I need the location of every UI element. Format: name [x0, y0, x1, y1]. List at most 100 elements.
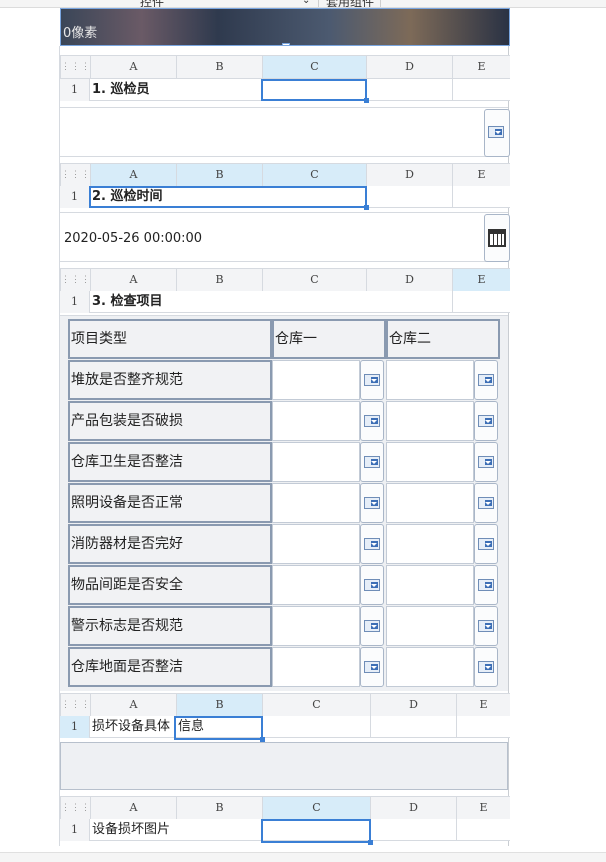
row-number[interactable]: 1: [60, 716, 90, 738]
warehouse-1-select[interactable]: [272, 401, 360, 441]
column-header-d[interactable]: D: [370, 797, 456, 819]
warehouse-2-dropdown[interactable]: [474, 524, 498, 564]
warehouse-1-select[interactable]: [272, 360, 360, 400]
warehouse-2-dropdown[interactable]: [474, 442, 498, 482]
column-header-e[interactable]: E: [456, 797, 510, 819]
item-label: 仓库卫生是否整洁: [68, 442, 272, 482]
resize-handle[interactable]: [282, 43, 290, 45]
dropdown-arrow-icon: [478, 456, 494, 468]
section-title-damage-photo[interactable]: 设备损坏图片: [92, 819, 170, 841]
warehouse-1-select[interactable]: [272, 606, 360, 646]
column-header-e[interactable]: E: [452, 164, 510, 186]
row-number[interactable]: 1: [60, 819, 90, 841]
warehouse-1-select[interactable]: [272, 647, 360, 687]
column-header-b[interactable]: B: [176, 797, 262, 819]
warehouse-1-select[interactable]: [272, 524, 360, 564]
column-header-c[interactable]: C: [262, 164, 366, 186]
section-title-check-items[interactable]: 3. 检查项目: [92, 291, 163, 313]
warehouse-2-dropdown[interactable]: [474, 483, 498, 523]
damage-info-field[interactable]: [60, 742, 508, 790]
grip-dots-icon[interactable]: ⋮⋮⋮: [60, 164, 90, 186]
cell-selection[interactable]: [89, 186, 369, 210]
column-header-b[interactable]: B: [176, 164, 262, 186]
column-header-b[interactable]: B: [176, 694, 262, 716]
warehouse-2-select[interactable]: [386, 565, 474, 605]
column-header-c[interactable]: C: [262, 797, 370, 819]
header-warehouse-2: 仓库二: [386, 319, 500, 359]
column-header-a[interactable]: A: [90, 269, 176, 291]
banner-image[interactable]: 0像素: [60, 8, 510, 46]
warehouse-1-dropdown[interactable]: [360, 442, 384, 482]
warehouse-2-dropdown[interactable]: [474, 360, 498, 400]
section-title-inspector[interactable]: 1. 巡检员: [92, 79, 150, 101]
warehouse-2-select[interactable]: [386, 442, 474, 482]
warehouse-2-select[interactable]: [386, 647, 474, 687]
toolbar-apply-component[interactable]: 套用组件: [326, 0, 374, 7]
column-header-b[interactable]: B: [176, 269, 262, 291]
warehouse-1-select[interactable]: [272, 442, 360, 482]
grid-row-1: 1 1. 巡检员: [60, 79, 510, 103]
warehouse-1-dropdown[interactable]: [360, 360, 384, 400]
section-title-damage-info-suffix[interactable]: 信息: [178, 716, 204, 738]
inspect-time-field[interactable]: 2020-05-26 00:00:00: [60, 212, 510, 262]
grip-dots-icon[interactable]: ⋮⋮⋮: [60, 797, 90, 819]
grip-dots-icon[interactable]: ⋮⋮⋮: [60, 56, 90, 78]
row-number[interactable]: 1: [60, 291, 90, 313]
warehouse-1-dropdown[interactable]: [360, 565, 384, 605]
column-header-a[interactable]: A: [90, 164, 176, 186]
warehouse-2-dropdown[interactable]: [474, 565, 498, 605]
warehouse-2-dropdown[interactable]: [474, 401, 498, 441]
dropdown-arrow-icon: [364, 497, 380, 509]
warehouse-1-dropdown[interactable]: [360, 647, 384, 687]
column-header-e[interactable]: E: [452, 56, 510, 78]
grip-dots-icon[interactable]: ⋮⋮⋮: [60, 269, 90, 291]
fill-handle[interactable]: [368, 840, 373, 845]
inspection-table: 项目类型 仓库一 仓库二 堆放是否整齐规范 产品包装是否破损 仓库卫生是否整洁 …: [60, 315, 508, 691]
warehouse-2-select[interactable]: [386, 606, 474, 646]
inspector-dropdown-button[interactable]: [484, 109, 510, 157]
row-number[interactable]: 1: [60, 186, 90, 208]
dropdown-arrow-icon: [478, 579, 494, 591]
column-header-d[interactable]: D: [366, 56, 452, 78]
cell-selection[interactable]: [261, 819, 373, 845]
warehouse-1-select[interactable]: [272, 565, 360, 605]
section-title-damage-info[interactable]: 损坏设备具体: [92, 716, 176, 738]
warehouse-2-dropdown[interactable]: [474, 647, 498, 687]
column-header-a[interactable]: A: [90, 797, 176, 819]
column-header-e[interactable]: E: [452, 269, 510, 291]
warehouse-1-dropdown[interactable]: [360, 401, 384, 441]
column-header-d[interactable]: D: [370, 694, 456, 716]
date-picker-button[interactable]: [484, 214, 510, 262]
warehouse-1-dropdown[interactable]: [360, 606, 384, 646]
row-number[interactable]: 1: [60, 79, 90, 101]
cell-selection[interactable]: [261, 79, 369, 103]
inspect-time-value[interactable]: 2020-05-26 00:00:00: [64, 231, 202, 246]
column-header-c[interactable]: C: [262, 694, 370, 716]
dropdown-arrow-icon: [364, 620, 380, 632]
column-header-d[interactable]: D: [366, 164, 452, 186]
warehouse-1-dropdown[interactable]: [360, 524, 384, 564]
column-header-a[interactable]: A: [90, 56, 176, 78]
grid-row-1: 1 3. 检查项目: [60, 291, 510, 313]
warehouse-2-select[interactable]: [386, 401, 474, 441]
column-header-a[interactable]: A: [90, 694, 176, 716]
warehouse-2-select[interactable]: [386, 483, 474, 523]
column-header-e[interactable]: E: [456, 694, 510, 716]
warehouse-1-dropdown[interactable]: [360, 483, 384, 523]
column-header-d[interactable]: D: [366, 269, 452, 291]
chevron-down-icon[interactable]: ⌄: [302, 0, 310, 6]
warehouse-2-select[interactable]: [386, 524, 474, 564]
column-header-c[interactable]: C: [262, 56, 366, 78]
warehouse-2-select[interactable]: [386, 360, 474, 400]
warehouse-1-select[interactable]: [272, 483, 360, 523]
fill-handle[interactable]: [364, 205, 369, 210]
column-header-c[interactable]: C: [262, 269, 366, 291]
column-header-b[interactable]: B: [176, 56, 262, 78]
inspector-field[interactable]: [60, 107, 510, 157]
warehouse-2-dropdown[interactable]: [474, 606, 498, 646]
toolbar-controls-label[interactable]: 控件: [140, 0, 164, 7]
dropdown-arrow-icon: [478, 538, 494, 550]
grip-dots-icon[interactable]: ⋮⋮⋮: [60, 694, 90, 716]
fill-handle[interactable]: [364, 98, 369, 103]
calendar-icon: [488, 229, 506, 247]
